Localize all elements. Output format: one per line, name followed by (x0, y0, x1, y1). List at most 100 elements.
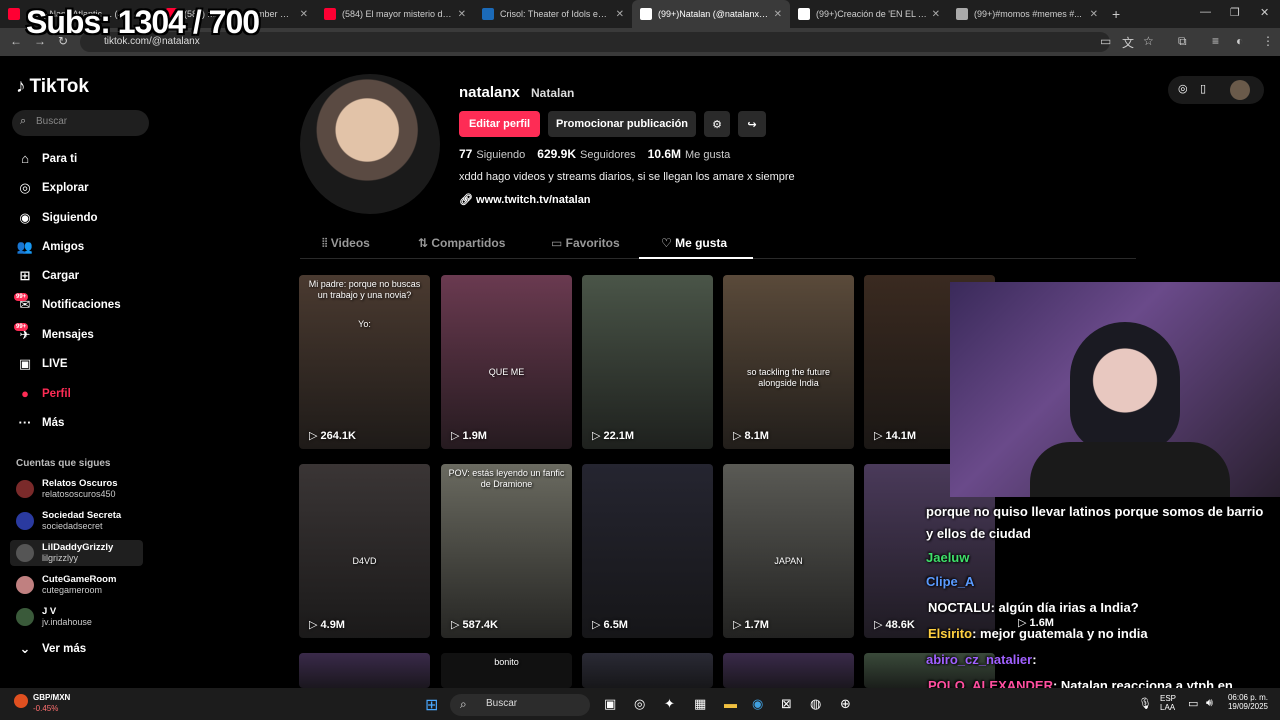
tab-favicon-icon (8, 8, 20, 20)
steam-taskbar-icon[interactable]: ⊕ (840, 696, 851, 712)
stock-widget-icon[interactable] (14, 694, 28, 708)
video-thumbnail[interactable]: ▷ 6.5M (582, 464, 713, 638)
upload-icon: ⊞ (19, 268, 31, 283)
windows-start-icon[interactable]: ⊞ (425, 695, 438, 715)
video-thumbnail[interactable] (299, 653, 430, 688)
notification-icon: ✉ 99+ (14, 293, 31, 312)
browser-tab[interactable]: (584) El mayor misterio de Inte...✕ (316, 0, 474, 28)
followed-account[interactable]: CuteGameRoom cutegameroom (16, 572, 149, 598)
sidebar-item-amigos[interactable]: 👥 Amigos (16, 239, 84, 255)
followed-account[interactable]: Sociedad Secreta sociedadsecret (16, 508, 149, 534)
sidebar-item-notificaciones[interactable]: ✉ 99+ Notificaciones (14, 293, 121, 313)
chat-text: : mejor guatemala y no india (972, 626, 1148, 641)
taskbar-search[interactable]: ⌕ Buscar (450, 694, 590, 716)
sidebar-item-explorar[interactable]: ◎ Explorar (16, 180, 88, 196)
video-thumbnail[interactable]: D4VD ▷ 4.9M (299, 464, 430, 638)
browser-tab[interactable]: (99+)Natalan (@natalanx) | Tik...✕ (632, 0, 790, 28)
microphone-icon[interactable]: 🎙︎ (1138, 697, 1152, 710)
video-thumbnail[interactable] (582, 653, 713, 688)
minimize-icon[interactable]: — (1200, 6, 1211, 18)
video-thumbnail[interactable]: POV: estás leyendo un fanfic de Dramione… (441, 464, 572, 638)
bookmark-star-icon[interactable]: ☆ (1143, 34, 1154, 48)
sidebar-item-cargar[interactable]: ⊞ Cargar (16, 268, 80, 284)
edge-taskbar-icon[interactable]: ◉ (752, 696, 763, 712)
network-icon[interactable]: ▭ (1188, 697, 1198, 710)
compass-icon: ◎ (19, 180, 31, 195)
coins-icon[interactable]: ◎ (1178, 82, 1188, 95)
volume-icon[interactable]: 🔊︎ (1206, 697, 1213, 710)
video-thumbnail[interactable]: ▷ 22.1M (582, 275, 713, 449)
followed-account[interactable]: J Vjv.indahouse (16, 604, 149, 630)
media-icon[interactable]: ≡ (1212, 34, 1219, 48)
device-icon[interactable]: ▯ (1200, 82, 1206, 95)
settings-gear-icon[interactable]: ⚙ (704, 111, 730, 137)
tab-videos[interactable]: ⦙⦙ Videos (322, 236, 370, 251)
sidebar-item-live[interactable]: ▣ LIVE (16, 356, 68, 372)
new-tab-icon[interactable]: + (1112, 6, 1120, 22)
video-thumbnail[interactable]: QUE ME ▷ 1.9M (441, 275, 572, 449)
back-icon[interactable]: ← (10, 34, 22, 48)
cast-icon[interactable]: ▭ (1100, 34, 1111, 48)
translate-icon[interactable]: 文 (1122, 34, 1134, 51)
following-stat[interactable]: 77 Siguiendo (459, 147, 525, 161)
system-clock[interactable]: 06:06 p. m. 19/09/2025 (1224, 693, 1268, 711)
video-caption: Mi padre: porque no buscas un trabajo y … (308, 279, 421, 300)
video-thumbnail[interactable]: bonito (441, 653, 572, 688)
user-avatar[interactable] (1230, 80, 1250, 100)
folder-taskbar-icon[interactable]: ▬ (724, 696, 737, 711)
tab-close-icon[interactable]: ✕ (300, 9, 308, 20)
browser-tab[interactable]: (99+)Creación de 'EN EL AIRE'...✕ (790, 0, 948, 28)
stock-change: -0.45% (33, 704, 59, 713)
sidebar-item-m-s[interactable]: ··· Más (16, 415, 65, 430)
see-more-button[interactable]: ⌄ Ver más (16, 641, 87, 657)
video-thumbnail[interactable]: JAPAN ▷ 1.7M (723, 464, 854, 638)
video-thumbnail[interactable]: Mi padre: porque no buscas un trabajo y … (299, 275, 430, 449)
tab-close-icon[interactable]: ✕ (616, 9, 624, 20)
tab-close-icon[interactable]: ✕ (458, 9, 466, 20)
tab-compartidos[interactable]: ⇅ Compartidos (418, 236, 505, 250)
browser-taskbar-icon[interactable]: ◍ (810, 696, 821, 712)
copilot-taskbar-icon[interactable]: ✦ (664, 696, 675, 712)
notification-badge: 99+ (14, 293, 29, 301)
account-avatar (16, 480, 34, 498)
browser-profile-icon[interactable]: ◐ (1236, 34, 1243, 48)
task-view-icon[interactable]: ▣ (604, 696, 616, 712)
play-icon: ▷ (1018, 617, 1030, 629)
restore-icon[interactable]: ❐ (1230, 6, 1240, 19)
tiktok-logo[interactable]: ♪ TikTok (16, 76, 89, 98)
tab-me-gusta[interactable]: ♡ Me gusta (661, 236, 727, 250)
sidebar-item-siguiendo[interactable]: ◉ Siguiendo (16, 210, 97, 226)
share-icon[interactable]: ↪ (738, 111, 766, 137)
store-taskbar-icon[interactable]: ▦ (694, 696, 706, 712)
notification-badge: 99+ (14, 323, 29, 331)
video-thumbnail[interactable] (723, 653, 854, 688)
search-input[interactable]: ⌕ Buscar (12, 110, 149, 136)
browser-menu-icon[interactable]: ⋮ (1262, 34, 1274, 48)
close-window-icon[interactable]: ✕ (1260, 6, 1269, 19)
play-icon: ▷ (874, 430, 886, 442)
tab-favoritos[interactable]: ▭ Favoritos (551, 236, 620, 250)
promote-post-button[interactable]: Promocionar publicación (548, 111, 696, 137)
browser-tab[interactable]: Crisol: Theater of Idols en Stea...✕ (474, 0, 632, 28)
tab-close-icon[interactable]: ✕ (1090, 9, 1098, 20)
edit-profile-button[interactable]: Editar perfil (459, 111, 540, 137)
tab-favicon-icon (798, 8, 810, 20)
profile-link[interactable]: 🔗︎ www.twitch.tv/natalan (459, 193, 591, 206)
followed-account[interactable]: LilDaddyGrizzly lilgrizzlyy (10, 540, 143, 566)
followers-stat[interactable]: 629.9K Seguidores (537, 147, 635, 161)
tab-close-icon[interactable]: ✕ (932, 9, 940, 20)
tab-close-icon[interactable]: ✕ (774, 9, 782, 20)
taskbar-search-icon: ⌕ (460, 697, 467, 711)
following-accounts-title: Cuentas que sigues (16, 458, 111, 469)
chrome-taskbar-icon[interactable]: ◎ (634, 696, 645, 712)
followed-account[interactable]: Relatos Oscuros relatososcuros450 (16, 476, 149, 502)
extensions-icon[interactable]: ⧉ (1178, 34, 1187, 49)
sidebar-item-perfil[interactable]: ● Perfil (16, 386, 71, 401)
video-thumbnail[interactable]: so tackling the future alongside India ▷ … (723, 275, 854, 449)
sidebar-item-para-ti[interactable]: ⌂ Para ti (16, 151, 77, 166)
xbox-taskbar-icon[interactable]: ⊠ (781, 696, 792, 712)
browser-tab[interactable]: (99+)#momos #memes #... ✕ (948, 0, 1106, 28)
sidebar-item-mensajes[interactable]: ✈ 99+ Mensajes (14, 323, 94, 343)
language-indicator[interactable]: ESP LAA (1160, 694, 1176, 712)
link-icon: 🔗︎ (459, 194, 477, 206)
